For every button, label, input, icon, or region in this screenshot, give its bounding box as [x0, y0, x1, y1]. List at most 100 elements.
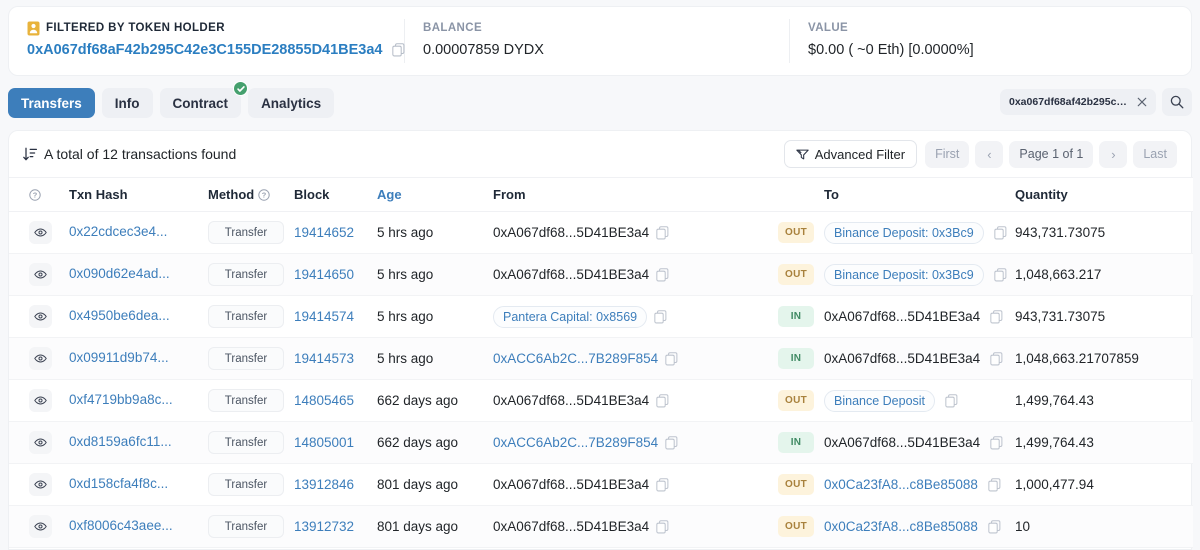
txn-hash-link[interactable]: 0xd158cfa4f8c... — [69, 476, 168, 491]
block-number-link[interactable]: 14805465 — [294, 393, 354, 408]
copy-icon[interactable] — [656, 519, 669, 534]
method-badge[interactable]: Transfer — [208, 221, 284, 244]
eye-icon[interactable] — [29, 473, 52, 496]
copy-icon[interactable] — [993, 225, 1007, 240]
eye-icon[interactable] — [29, 515, 52, 538]
row-method-cell: Transfer — [208, 505, 294, 548]
txn-hash-link[interactable]: 0x4950be6dea... — [69, 308, 170, 323]
block-number-link[interactable]: 19414574 — [294, 309, 354, 324]
search-input-wrapper[interactable]: 0xa067df68af42b295c42e3c1... — [1000, 89, 1156, 115]
direction-badge: OUT — [778, 222, 814, 243]
copy-icon[interactable] — [990, 309, 1003, 324]
row-age-cell: 801 days ago — [377, 505, 493, 548]
copy-icon[interactable] — [988, 519, 1001, 534]
txn-hash-link[interactable]: 0x09911d9b74... — [69, 350, 169, 365]
txn-hash-link[interactable]: 0xd8159a6fc11... — [69, 434, 172, 449]
copy-icon[interactable] — [656, 225, 669, 240]
sort-descending-icon[interactable] — [23, 147, 37, 161]
copy-icon[interactable] — [990, 351, 1003, 366]
filter-label-row: FILTERED BY TOKEN HOLDER — [27, 19, 386, 37]
copy-icon[interactable] — [656, 267, 669, 282]
pagination-prev-icon[interactable]: ‹ — [975, 140, 1004, 168]
from-address: 0xA067df68...5D41BE3a4 — [493, 477, 650, 492]
filtered-by-token-holder-column: FILTERED BY TOKEN HOLDER 0xA067df68aF42b… — [9, 19, 404, 63]
copy-icon[interactable] — [665, 351, 678, 366]
copy-icon[interactable] — [993, 267, 1007, 282]
method-badge[interactable]: Transfer — [208, 389, 284, 412]
help-icon[interactable]: ? — [258, 188, 270, 201]
method-badge[interactable]: Transfer — [208, 431, 284, 454]
search-button[interactable] — [1162, 88, 1192, 116]
copy-icon[interactable] — [656, 477, 669, 492]
method-badge[interactable]: Transfer — [208, 515, 284, 538]
row-to-cell: OUT 0x0Ca23fA8...c8Be85088 — [778, 505, 1015, 548]
row-from-cell: 0xA067df68...5D41BE3a4 — [493, 379, 778, 422]
method-badge[interactable]: Transfer — [208, 347, 284, 370]
help-icon[interactable]: ? — [29, 188, 41, 201]
txn-hash-link[interactable]: 0x090d62e4ad... — [69, 266, 170, 281]
block-number-link[interactable]: 14805001 — [294, 435, 354, 450]
tab-transfers[interactable]: Transfers — [8, 88, 95, 118]
row-block-cell: 13912846 — [294, 463, 377, 506]
to-address-link[interactable]: 0x0Ca23fA8...c8Be85088 — [824, 519, 978, 534]
method-badge[interactable]: Transfer — [208, 473, 284, 496]
to-name-pill[interactable]: Binance Deposit — [824, 389, 936, 412]
pagination-first[interactable]: First — [925, 140, 970, 168]
block-number-link[interactable]: 13912732 — [294, 519, 354, 534]
tab-contract[interactable]: Contract — [159, 81, 249, 118]
row-method-cell: Transfer — [208, 337, 294, 380]
eye-icon[interactable] — [29, 263, 52, 286]
from-address-link[interactable]: 0xACC6Ab2C...7B289F854 — [493, 435, 658, 450]
eye-icon[interactable] — [29, 389, 52, 412]
row-from-cell: 0xA067df68...5D41BE3a4 — [493, 505, 778, 548]
header-age[interactable]: Age — [377, 177, 493, 212]
method-badge[interactable]: Transfer — [208, 263, 284, 286]
to-name-pill[interactable]: Binance Deposit: 0x3Bc9 — [824, 221, 984, 244]
pagination-next-icon[interactable]: › — [1099, 140, 1128, 168]
copy-icon[interactable] — [654, 309, 667, 324]
quantity-value: 1,499,764.43 — [1015, 393, 1094, 408]
search-input[interactable]: 0xa067df68af42b295c42e3c1... — [1009, 96, 1130, 108]
tab-analytics[interactable]: Analytics — [248, 88, 335, 118]
token-holder-address-link[interactable]: 0xA067df68aF42b295C42e3C155DE28855D41BE3… — [27, 42, 383, 58]
copy-icon[interactable] — [988, 477, 1001, 492]
eye-icon[interactable] — [29, 305, 52, 328]
method-badge[interactable]: Transfer — [208, 305, 284, 328]
copy-icon[interactable] — [665, 435, 678, 450]
to-name-pill[interactable]: Binance Deposit: 0x3Bc9 — [824, 263, 984, 286]
eye-icon[interactable] — [29, 221, 52, 244]
copy-icon[interactable] — [391, 43, 405, 57]
row-block-cell: 19414650 — [294, 253, 377, 296]
from-address-link[interactable]: 0xACC6Ab2C...7B289F854 — [493, 351, 658, 366]
row-quantity-cell: 1,499,764.43 — [1015, 379, 1193, 422]
to-address-link[interactable]: 0x0Ca23fA8...c8Be85088 — [824, 477, 978, 492]
from-address: 0xA067df68...5D41BE3a4 — [493, 267, 650, 282]
row-quantity-cell: 943,731.73075 — [1015, 211, 1193, 254]
copy-icon[interactable] — [656, 393, 669, 408]
txn-hash-link[interactable]: 0x22cdcec3e4... — [69, 224, 167, 239]
age-text: 5 hrs ago — [377, 225, 434, 240]
txn-hash-link[interactable]: 0xf4719bb9a8c... — [69, 392, 173, 407]
row-block-cell: 19414652 — [294, 211, 377, 254]
row-age-cell: 5 hrs ago — [377, 337, 493, 380]
copy-icon[interactable] — [990, 435, 1003, 450]
pagination-last[interactable]: Last — [1133, 140, 1177, 168]
eye-icon[interactable] — [29, 431, 52, 454]
tab-info[interactable]: Info — [101, 88, 153, 118]
age-text: 5 hrs ago — [377, 351, 434, 366]
row-quantity-cell: 1,000,477.94 — [1015, 463, 1193, 506]
txn-hash-link[interactable]: 0xf8006c43aee... — [69, 518, 173, 533]
eye-icon[interactable] — [29, 347, 52, 370]
block-number-link[interactable]: 19414652 — [294, 225, 354, 240]
block-number-link[interactable]: 19414573 — [294, 351, 354, 366]
block-number-link[interactable]: 19414650 — [294, 267, 354, 282]
from-name-pill[interactable]: Pantera Capital: 0x8569 — [493, 305, 648, 328]
copy-icon[interactable] — [945, 393, 958, 408]
row-eye-cell — [9, 337, 69, 380]
header-block: Block — [294, 177, 377, 212]
block-number-link[interactable]: 13912846 — [294, 477, 354, 492]
close-icon[interactable] — [1133, 93, 1151, 111]
advanced-filter-button[interactable]: Advanced Filter — [783, 140, 918, 168]
account-summary-card: FILTERED BY TOKEN HOLDER 0xA067df68aF42b… — [8, 6, 1192, 76]
from-address: 0xA067df68...5D41BE3a4 — [493, 225, 650, 240]
